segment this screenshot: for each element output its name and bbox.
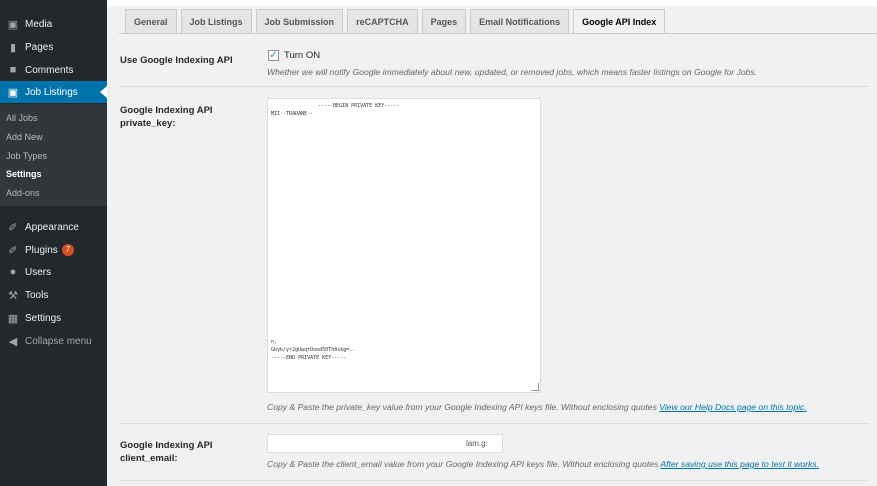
job-listings-submenu: All Jobs Add New Job Types Settings Add-… [0, 104, 107, 206]
collapse-menu-button[interactable]: ◀ Collapse menu [0, 330, 107, 352]
turn-on-label[interactable]: Turn ON [284, 50, 320, 61]
admin-sidebar: ▣ Media ▮ Pages ■ Comments ▣ Job Listing… [0, 0, 107, 486]
pk-end-line-3: -----END PRIVATE KEY----- [271, 355, 347, 361]
resize-handle[interactable] [531, 383, 539, 391]
paintbrush-icon: ✐ [8, 221, 18, 234]
collapse-icon: ◀ [8, 335, 18, 348]
users-icon: ● [9, 266, 17, 278]
sidebar-item-label: Users [25, 266, 52, 278]
row-divider [119, 423, 869, 424]
tab-job-submission[interactable]: Job Submission [255, 9, 344, 34]
row-divider [119, 86, 869, 87]
sidebar-item-label: Media [25, 18, 53, 30]
pk-begin-line: -----BEGIN PRIVATE KEY----- [318, 103, 400, 109]
submenu-item-add-new[interactable]: Add New [6, 132, 43, 142]
settings-tabs: General Job Listings Job Submission reCA… [125, 9, 666, 34]
pk-line-2: MII··TRADANE·· [271, 111, 314, 117]
use-api-description: Whether we will notify Google immediatel… [267, 67, 758, 77]
tab-recaptcha[interactable]: reCAPTCHA [347, 9, 418, 34]
client-email-label-line2: client_email: [120, 453, 178, 464]
use-api-label: Use Google Indexing API [120, 55, 233, 66]
private-key-description: Copy & Paste the private_key value from … [267, 402, 807, 412]
private-key-label-line1: Google Indexing API [120, 105, 213, 116]
active-indicator [100, 86, 107, 98]
sidebar-item-comments[interactable]: ■ Comments [0, 59, 107, 81]
client-email-description: Copy & Paste the client_email value from… [267, 459, 819, 469]
tab-job-listings[interactable]: Job Listings [180, 9, 252, 34]
tab-general[interactable]: General [125, 9, 177, 34]
private-key-description-text: Copy & Paste the private_key value from … [267, 402, 657, 412]
collapse-menu-label: Collapse menu [25, 335, 92, 347]
sidebar-item-label: Settings [25, 312, 62, 324]
sidebar-item-label: Job Listings [25, 86, 78, 98]
private-key-label-line2: private_key: [120, 118, 176, 129]
tab-divider [119, 33, 877, 34]
sidebar-item-label: Pages [25, 41, 54, 53]
wrench-icon: ⚒ [8, 289, 18, 302]
sidebar-item-users[interactable]: ● Users [0, 261, 107, 283]
tab-email-notifications[interactable]: Email Notifications [470, 9, 570, 34]
sidebar-item-pages[interactable]: ▮ Pages [0, 36, 107, 58]
pk-end-line-2: Gbyb/yr2gUwqtOood50Th8skg=.. [271, 347, 356, 353]
private-key-label: Google Indexing API private_key: [120, 104, 213, 130]
help-docs-link[interactable]: View our Help Docs page on this topic. [659, 402, 806, 412]
row-divider [119, 480, 869, 481]
sidebar-item-label: Appearance [25, 221, 79, 233]
test-page-link[interactable]: After saving use this page to test it wo… [660, 459, 819, 469]
client-email-input[interactable]: lam.g: [267, 434, 503, 453]
tab-pages[interactable]: Pages [421, 9, 467, 34]
submenu-item-all-jobs[interactable]: All Jobs [6, 113, 38, 123]
update-count-badge: 7 [61, 244, 74, 256]
top-bar [107, 0, 877, 6]
sidebar-item-job-listings[interactable]: ▣ Job Listings [0, 81, 107, 103]
turn-on-checkbox[interactable]: ✓ [268, 50, 279, 61]
submenu-item-settings[interactable]: Settings [6, 169, 42, 179]
submenu-item-add-ons[interactable]: Add-ons [6, 188, 40, 198]
pages-icon: ▮ [9, 41, 17, 54]
sidebar-item-appearance[interactable]: ✐ Appearance [0, 216, 107, 238]
client-email-description-text: Copy & Paste the client_email value from… [267, 459, 659, 469]
client-email-label-line1: Google Indexing API [120, 440, 213, 451]
sidebar-item-tools[interactable]: ⚒ Tools [0, 284, 107, 306]
sidebar-item-label: Tools [25, 289, 49, 301]
client-email-label: Google Indexing API client_email: [120, 439, 213, 465]
sidebar-item-label: Comments [25, 64, 74, 76]
client-email-value: lam.g: [466, 439, 488, 448]
media-icon: ▣ [7, 18, 19, 31]
private-key-textarea[interactable]: -----BEGIN PRIVATE KEY----- MII··TRADANE… [267, 98, 541, 393]
main-content: General Job Listings Job Submission reCA… [107, 0, 877, 486]
comments-icon: ■ [9, 64, 17, 76]
settings-icon: ▦ [7, 312, 19, 325]
sidebar-item-media[interactable]: ▣ Media [0, 13, 107, 35]
submenu-item-job-types[interactable]: Job Types [6, 151, 47, 161]
pk-end-line-1: n. [271, 339, 278, 345]
briefcase-icon: ▣ [7, 86, 19, 99]
sidebar-item-label: Plugins [25, 244, 58, 256]
sidebar-item-settings[interactable]: ▦ Settings [0, 307, 107, 329]
sidebar-item-plugins[interactable]: ✐ Plugins 7 [0, 239, 107, 261]
plugin-icon: ✐ [8, 244, 18, 257]
tab-google-api-index[interactable]: Google API Index [573, 9, 666, 34]
